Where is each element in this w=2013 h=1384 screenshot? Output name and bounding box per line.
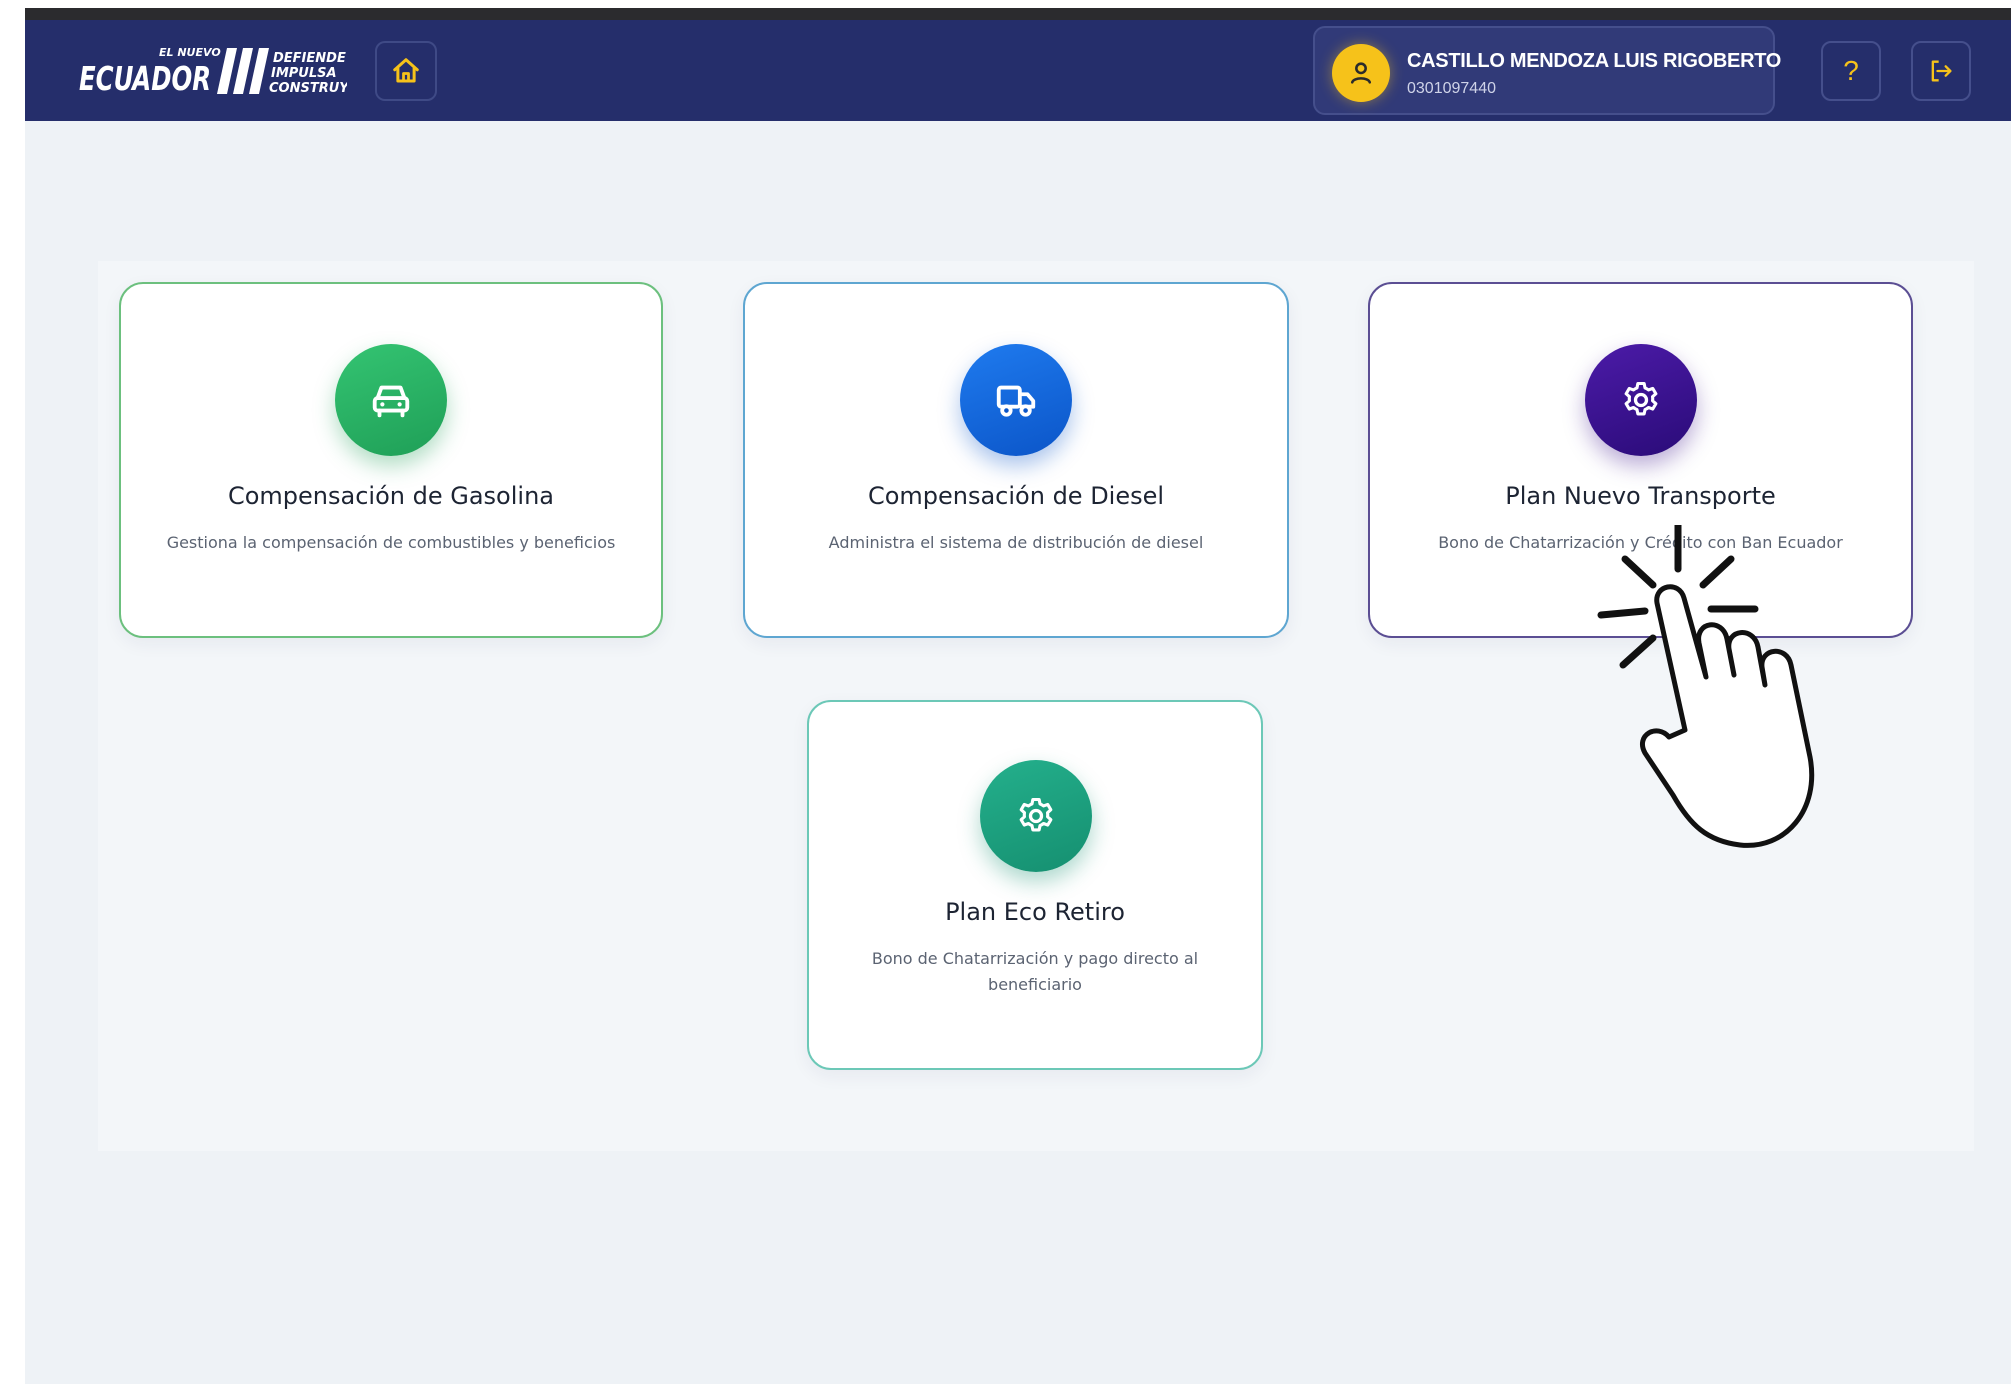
card-title: Plan Nuevo Transporte (1505, 482, 1776, 510)
logo-line-3: CONSTRUYE (269, 81, 347, 96)
card-description-line: Bono de Chatarrización y pago directo al (871, 949, 1199, 968)
logout-button[interactable] (1911, 41, 1971, 101)
pointing-hand-click-icon (1595, 521, 1895, 855)
home-icon (393, 58, 419, 83)
card-icon-circle (960, 344, 1072, 456)
card-title: Compensación de Diesel (867, 482, 1165, 510)
logout-icon (1931, 60, 1952, 82)
window-top-bar (25, 8, 2011, 20)
user-profile-card[interactable]: CASTILLO MENDOZA LUIS RIGOBERTO 03010974… (1313, 26, 1781, 115)
help-button[interactable]: ? (1821, 41, 1881, 101)
card-plan-eco-retiro[interactable]: Plan Eco Retiro Bono de Chatarrización y… (807, 700, 1263, 1070)
home-button[interactable] (375, 41, 437, 101)
card-compensacion-gasolina[interactable]: Compensación de Gasolina Gestiona la com… (119, 282, 663, 638)
card-icon-circle (980, 760, 1092, 872)
ecuador-logo[interactable]: EL NUEVO ECUADOR DEFIENDE IMPULSA CONSTR… (77, 44, 358, 102)
card-description: Bono de Chatarrización y pago directo al… (809, 946, 1261, 998)
card-compensacion-diesel[interactable]: Compensación de Diesel Administra el sis… (743, 282, 1289, 638)
card-description: Administra el sistema de distribución de… (828, 533, 1204, 552)
help-icon: ? (1843, 55, 1859, 86)
user-id: 0301097440 (1407, 80, 1496, 97)
card-icon-circle (1585, 344, 1697, 456)
app-window: EL NUEVO ECUADOR DEFIENDE IMPULSA CONSTR… (25, 20, 2011, 1384)
user-name: CASTILLO MENDOZA LUIS RIGOBERTO (1407, 50, 1782, 72)
card-title: Compensación de Gasolina (227, 482, 554, 510)
top-header: EL NUEVO ECUADOR DEFIENDE IMPULSA CONSTR… (25, 20, 2011, 121)
truck-icon (996, 385, 1036, 417)
logo-main: ECUADOR (79, 59, 211, 98)
logo-graphic: EL NUEVO ECUADOR DEFIENDE IMPULSA CONSTR… (79, 46, 358, 98)
logo-line-1: DEFIENDE (273, 51, 346, 66)
user-icon (1350, 62, 1372, 84)
car-icon (372, 385, 410, 418)
logo-line-2: IMPULSA (271, 66, 337, 81)
card-icon-circle (335, 344, 447, 456)
gear-icon (1019, 797, 1053, 832)
card-description: Gestiona la compensación de combustibles… (166, 533, 616, 552)
gear-icon (1624, 381, 1658, 416)
logo-small-top: EL NUEVO (159, 46, 221, 59)
card-title: Plan Eco Retiro (945, 898, 1125, 926)
avatar (1332, 44, 1390, 102)
card-description-line: beneficiario (988, 975, 1082, 994)
